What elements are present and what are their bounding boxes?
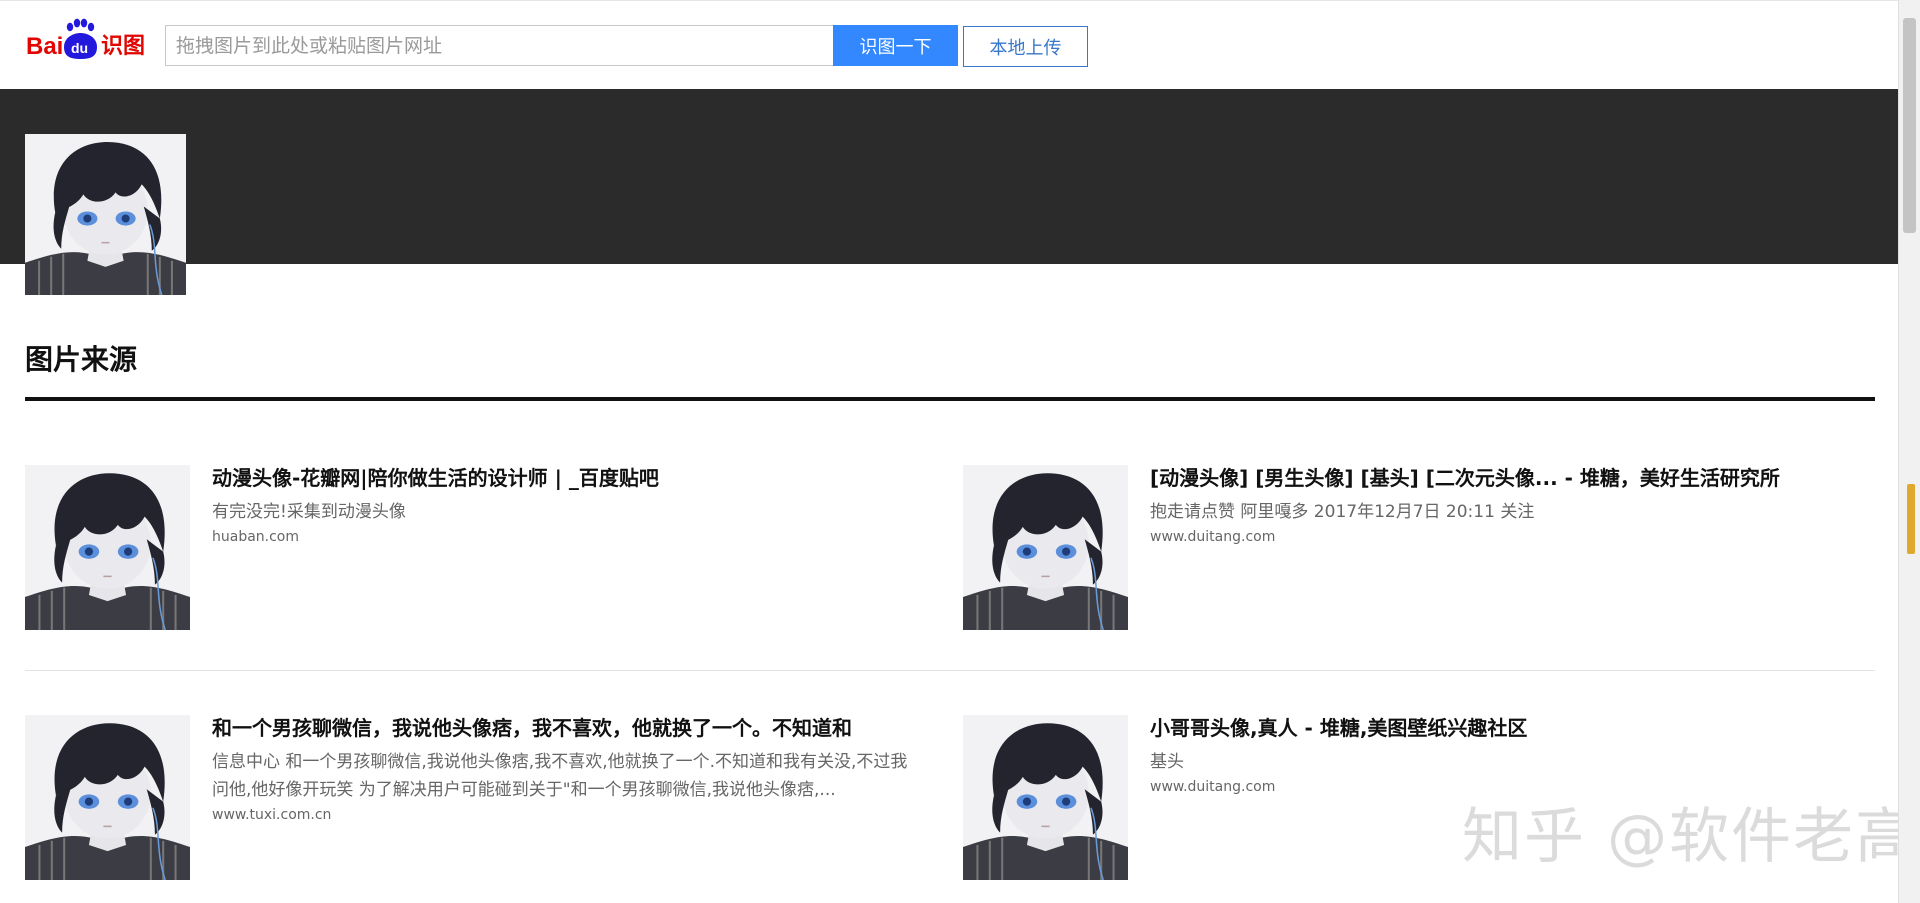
top-bar: Bai du 识图 识图一下 本地上传 — [0, 0, 1898, 89]
result-description: 有完没完!采集到动漫头像 — [212, 502, 406, 522]
result-title-link[interactable]: 动漫头像-花瓣网|陪你做生活的设计师 | _百度贴吧 — [212, 465, 922, 491]
local-upload-button[interactable]: 本地上传 — [963, 26, 1088, 67]
zhihu-watermark: 知乎 @软件老高 — [1462, 802, 1918, 872]
result-thumbnail[interactable] — [25, 465, 190, 630]
result-title-link[interactable]: 小哥哥头像,真人 - 堆糖,美图壁纸兴趣社区 — [1150, 715, 1860, 741]
result-image — [963, 715, 1128, 880]
image-url-search-input[interactable] — [165, 25, 833, 66]
baidu-logo-graphic: Bai du 识图 — [26, 18, 145, 60]
query-banner — [0, 89, 1898, 264]
section-divider — [25, 397, 1875, 401]
result-description: 基头 — [1150, 752, 1184, 772]
logo-text-shitu: 识图 — [101, 34, 145, 59]
results-row-divider — [25, 670, 1875, 671]
result-image — [963, 465, 1128, 630]
vertical-scrollbar[interactable] — [1898, 0, 1920, 903]
result-source-url[interactable]: www.duitang.com — [1150, 529, 1275, 545]
result-image — [25, 715, 190, 880]
baidu-shitu-logo[interactable]: Bai du 识图 — [26, 17, 150, 63]
result-title-link[interactable]: [动漫头像] [男生头像] [基头] [二次元头像... - 堆糖，美好生活研究… — [1150, 465, 1860, 491]
result-card: 动漫头像-花瓣网|陪你做生活的设计师 | _百度贴吧 有完没完!采集到动漫头像 … — [25, 465, 930, 635]
result-description: 抱走请点赞 阿里嘎多 2017年12月7日 20:11 关注 — [1150, 502, 1535, 522]
search-image-button[interactable]: 识图一下 — [833, 25, 958, 66]
result-title-link[interactable]: 和一个男孩聊微信，我说他头像痞，我不喜欢，他就换了一个。不知道和 — [212, 715, 922, 741]
result-thumbnail[interactable] — [963, 715, 1128, 880]
result-source-url[interactable]: www.duitang.com — [1150, 779, 1275, 795]
result-thumbnail[interactable] — [963, 465, 1128, 630]
section-title-image-source: 图片来源 — [25, 343, 138, 376]
result-thumbnail[interactable] — [25, 715, 190, 880]
scrollbar-marker — [1907, 484, 1915, 554]
result-source-url[interactable]: huaban.com — [212, 529, 299, 545]
logo-text-bai: Bai — [26, 33, 63, 60]
scrollbar-thumb[interactable] — [1903, 18, 1916, 233]
result-description: 信息中心 和一个男孩聊微信,我说他头像痞,我不喜欢,他就换了一个.不知道和我有关… — [212, 752, 908, 800]
result-card: 和一个男孩聊微信，我说他头像痞，我不喜欢，他就换了一个。不知道和 信息中心 和一… — [25, 715, 930, 885]
query-image-thumbnail — [25, 134, 186, 295]
result-card: [动漫头像] [男生头像] [基头] [二次元头像... - 堆糖，美好生活研究… — [963, 465, 1868, 635]
result-source-url[interactable]: www.tuxi.com.cn — [212, 807, 331, 823]
result-image — [25, 465, 190, 630]
query-image — [25, 134, 186, 295]
logo-text-du: du — [71, 40, 88, 56]
